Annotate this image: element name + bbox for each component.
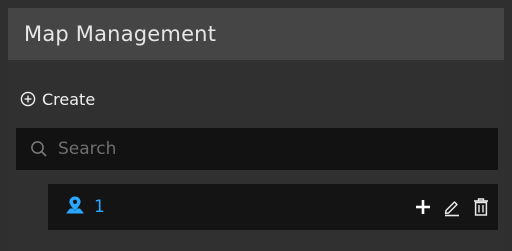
search-icon xyxy=(30,140,48,158)
map-item-actions xyxy=(414,184,490,230)
search-input[interactable] xyxy=(56,138,460,160)
plus-circle-icon xyxy=(20,91,36,107)
edit-icon[interactable] xyxy=(442,197,462,217)
panel-header: Map Management xyxy=(8,8,504,60)
map-management-window: Map Management Create Search 1 xyxy=(0,0,512,251)
create-label: Create xyxy=(42,89,96,109)
delete-icon[interactable] xyxy=(472,197,490,217)
map-item-label: 1 xyxy=(94,197,105,217)
map-list-item[interactable]: 1 xyxy=(48,184,498,230)
create-button[interactable]: Create xyxy=(20,88,95,110)
add-icon[interactable] xyxy=(414,198,432,216)
search-box[interactable] xyxy=(16,128,498,170)
panel-title: Map Management xyxy=(24,22,217,46)
map-marker-icon xyxy=(64,195,86,219)
